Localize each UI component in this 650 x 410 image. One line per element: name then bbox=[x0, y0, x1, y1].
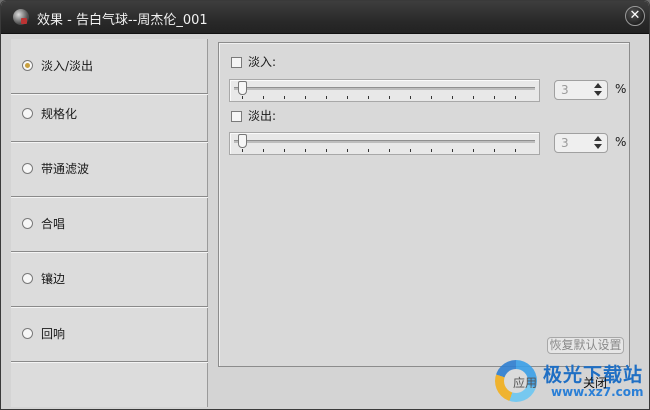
effect-label: 合唱 bbox=[41, 217, 66, 231]
fade-in-stepper[interactable]: 3 bbox=[554, 80, 608, 100]
slider-track bbox=[234, 87, 535, 90]
fade-out-label: 淡出: bbox=[248, 109, 277, 123]
effect-list: 淡入/淡出 规格化 带通滤波 合唱 镶边 回响 bbox=[11, 39, 208, 407]
title-bar[interactable]: 效果 - 告白气球--周杰伦_001 ✕ bbox=[1, 1, 649, 34]
effect-item-fade[interactable]: 淡入/淡出 bbox=[11, 39, 208, 94]
close-window-button[interactable]: ✕ bbox=[625, 6, 645, 26]
restore-defaults-button[interactable]: 恢复默认设置 bbox=[547, 337, 624, 354]
fade-in-label: 淡入: bbox=[248, 55, 277, 69]
effect-label: 规格化 bbox=[41, 107, 78, 121]
close-icon: ✕ bbox=[629, 8, 641, 23]
effect-item-flanger[interactable]: 镶边 bbox=[11, 252, 208, 307]
stepper-arrows-icon[interactable] bbox=[593, 136, 603, 150]
fade-out-checkbox[interactable] bbox=[231, 111, 242, 122]
stepper-arrows-icon[interactable] bbox=[593, 83, 603, 97]
effect-item-normalize[interactable]: 规格化 bbox=[11, 87, 208, 142]
fade-out-unit: % bbox=[615, 135, 627, 149]
radio-icon[interactable] bbox=[22, 273, 33, 284]
radio-icon[interactable] bbox=[22, 218, 33, 229]
radio-icon[interactable] bbox=[22, 108, 33, 119]
effect-item-bandpass[interactable]: 带通滤波 bbox=[11, 142, 208, 197]
fade-settings-panel: 淡入: 3 % 淡出: 3 % bbox=[218, 42, 630, 367]
apply-button[interactable]: 应用 bbox=[513, 374, 537, 391]
radio-icon[interactable] bbox=[22, 328, 33, 339]
fade-in-unit: % bbox=[615, 82, 627, 96]
close-button[interactable]: 关闭 bbox=[583, 374, 607, 391]
fade-out-slider[interactable] bbox=[229, 132, 540, 155]
fade-out-stepper[interactable]: 3 bbox=[554, 133, 608, 153]
effect-label: 淡入/淡出 bbox=[41, 59, 94, 73]
app-icon bbox=[13, 9, 29, 25]
fade-in-slider[interactable] bbox=[229, 79, 540, 102]
effect-item-chorus[interactable]: 合唱 bbox=[11, 197, 208, 252]
slider-thumb[interactable] bbox=[238, 134, 247, 148]
window-title: 效果 - 告白气球--周杰伦_001 bbox=[37, 13, 208, 28]
effect-label: 镶边 bbox=[41, 272, 66, 286]
slider-track bbox=[234, 140, 535, 143]
radio-icon[interactable] bbox=[22, 60, 33, 71]
radio-icon[interactable] bbox=[22, 163, 33, 174]
effects-dialog: 效果 - 告白气球--周杰伦_001 ✕ 淡入/淡出 规格化 带通滤波 合唱 镶… bbox=[0, 0, 650, 410]
fade-in-checkbox[interactable] bbox=[231, 57, 242, 68]
effect-label: 带通滤波 bbox=[41, 162, 90, 176]
slider-thumb[interactable] bbox=[238, 81, 247, 95]
effect-item-reverb[interactable]: 回响 bbox=[11, 307, 208, 362]
fade-out-value[interactable]: 3 bbox=[561, 136, 569, 150]
fade-in-value[interactable]: 3 bbox=[561, 83, 569, 97]
effect-label: 回响 bbox=[41, 327, 66, 341]
